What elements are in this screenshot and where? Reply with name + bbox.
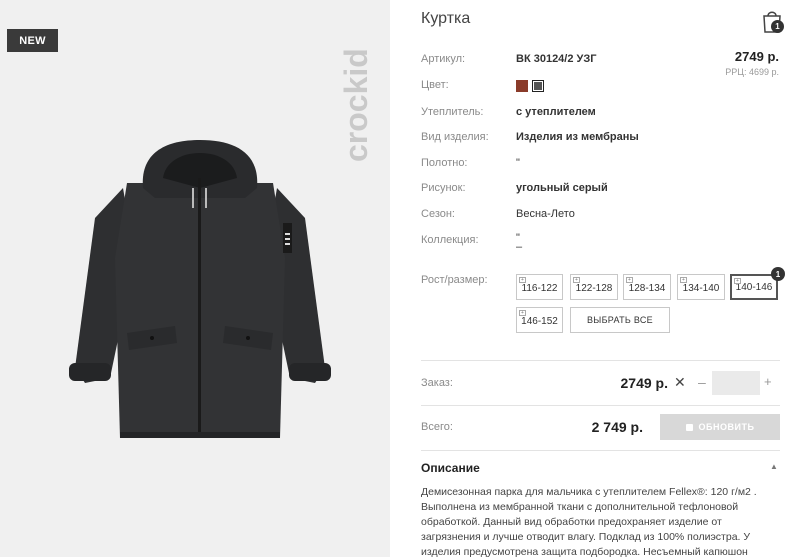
color-swatch-dark[interactable] <box>532 80 544 92</box>
insulation-value: с утеплителем <box>516 106 596 118</box>
color-swatch-brown[interactable] <box>516 80 528 92</box>
update-button-label: ОБНОВИТЬ <box>698 422 755 432</box>
size-corner-icon: + <box>519 277 526 283</box>
size-button-134-140[interactable]: + 134-140 <box>677 274 725 300</box>
divider <box>421 450 780 451</box>
quantity-minus-button[interactable]: – <box>698 374 706 390</box>
pattern-label: Рисунок: <box>421 182 466 194</box>
quantity-input[interactable] <box>712 371 760 395</box>
size-corner-icon: + <box>573 277 580 283</box>
size-corner-icon: + <box>734 278 741 284</box>
fabric-label: Полотно: <box>421 157 468 169</box>
cart-count-badge: 1 <box>771 20 784 33</box>
size-corner-icon: + <box>626 277 633 283</box>
remove-icon[interactable]: ✕ <box>674 374 686 391</box>
product-image-panel[interactable]: NEW crockid <box>0 0 390 557</box>
collection-value-2: – <box>516 241 523 253</box>
description-text: Демисезонная парка для мальчика с утепли… <box>421 486 757 557</box>
size-button-146-152[interactable]: + 146-152 <box>516 307 563 333</box>
size-corner-icon: + <box>680 277 687 283</box>
size-button-116-122[interactable]: + 116-122 <box>516 274 563 300</box>
size-corner-icon: + <box>519 310 526 316</box>
divider <box>421 360 780 361</box>
article-label: Артикул: <box>421 53 466 65</box>
divider <box>421 405 780 406</box>
price-main: 2749 р. <box>734 49 779 64</box>
product-title: Куртка <box>421 10 471 27</box>
collapse-arrow-icon[interactable]: ▲ <box>770 462 778 471</box>
insulation-label: Утеплитель: <box>421 106 484 118</box>
brand-logo: crockid <box>339 48 374 162</box>
article-value: ВК 30124/2 УЗГ <box>516 53 597 65</box>
product-type-value: Изделия из мембраны <box>516 131 639 143</box>
size-button-label: 128-134 <box>628 283 666 294</box>
total-label: Всего: <box>421 421 453 433</box>
season-value: Весна-Лето <box>516 208 575 220</box>
size-label: Рост/размер: <box>421 274 488 286</box>
lock-icon <box>685 423 693 431</box>
size-button-label: 116-122 <box>521 283 558 294</box>
collection-label: Коллекция: <box>421 234 479 246</box>
description-title[interactable]: Описание <box>421 461 480 475</box>
new-badge: NEW <box>7 29 58 52</box>
quantity-plus-button[interactable]: + <box>764 374 772 389</box>
size-button-label: 134-140 <box>682 283 720 294</box>
season-label: Сезон: <box>421 208 455 220</box>
fabric-value: " <box>516 157 520 169</box>
size-button-122-128[interactable]: + 122-128 <box>570 274 618 300</box>
select-all-button[interactable]: ВЫБРАТЬ ВСЕ <box>570 307 670 333</box>
product-type-label: Вид изделия: <box>421 131 489 143</box>
total-price: 2 749 р. <box>591 419 643 435</box>
size-button-label: 122-128 <box>575 283 613 294</box>
size-selected-count-badge: 1 <box>771 267 785 281</box>
order-price: 2749 р. <box>620 375 668 391</box>
order-label: Заказ: <box>421 377 453 389</box>
price-rrp: РРЦ: 4699 р. <box>725 67 779 77</box>
size-button-label: 140-146 <box>735 282 773 293</box>
pattern-value: угольный серый <box>516 182 608 194</box>
jacket-image <box>69 140 331 438</box>
update-button[interactable]: ОБНОВИТЬ <box>660 414 780 440</box>
size-button-140-146[interactable]: + 140-146 <box>730 274 778 300</box>
size-button-128-134[interactable]: + 128-134 <box>623 274 671 300</box>
size-button-label: 146-152 <box>521 316 558 327</box>
color-label: Цвет: <box>421 79 449 91</box>
